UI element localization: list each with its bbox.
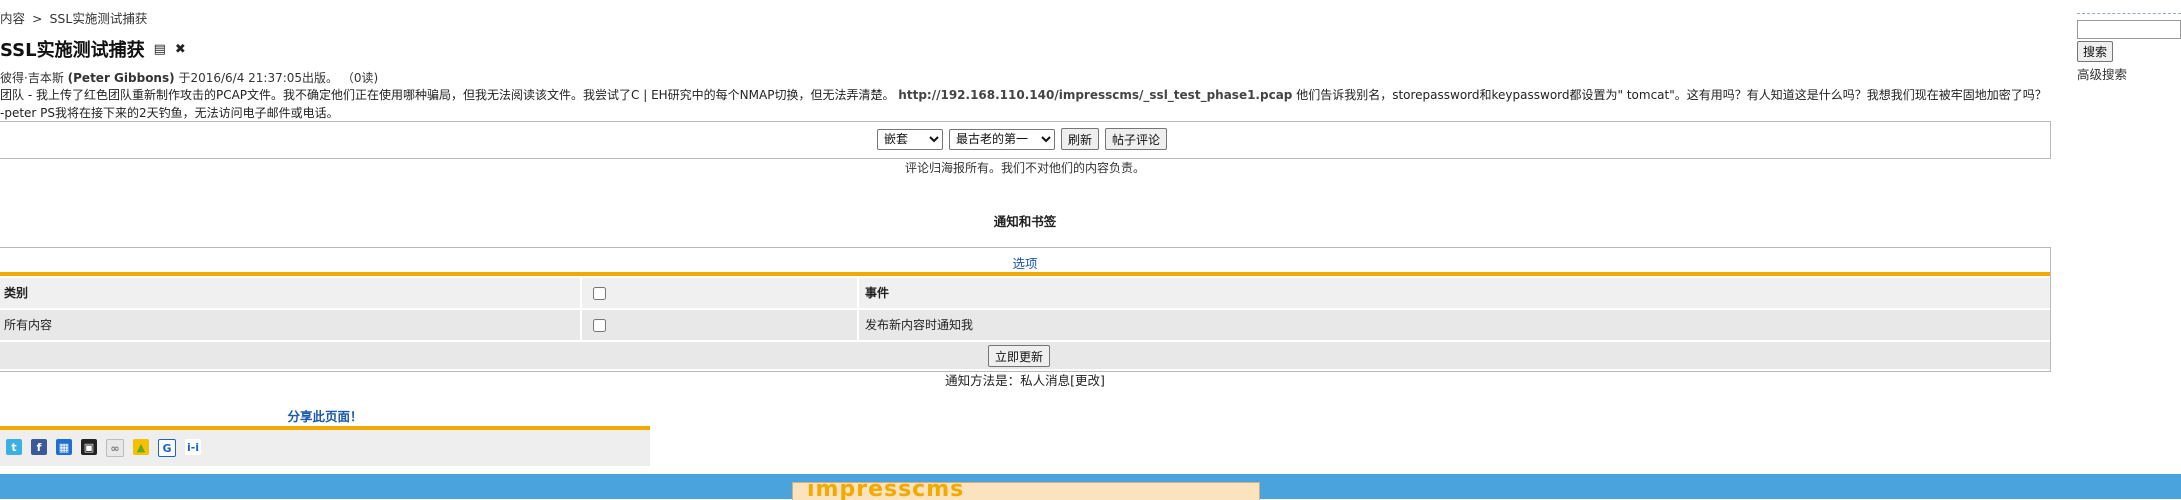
body-text-1: 团队 - 我上传了红色团队重新制作攻击的PCAP文件。我不确定他们正在使用哪种骗… bbox=[0, 88, 895, 102]
impresscms-logo-text: impresscms bbox=[807, 482, 965, 500]
event-header-cell: 事件 bbox=[859, 278, 2050, 308]
category-header-cell: 类别 bbox=[0, 278, 580, 308]
article-body: 团队 - 我上传了红色团队重新制作攻击的PCAP文件。我不确定他们正在使用哪种骗… bbox=[0, 86, 2050, 122]
comment-mode-select[interactable]: 嵌套 bbox=[877, 128, 943, 150]
article-meta: 彼得·吉本斯 (Peter Gibbons) 于2016/6/4 21:37:0… bbox=[0, 69, 378, 86]
page-title: SSL实施测试捕获 bbox=[0, 40, 145, 61]
post-comment-button[interactable]: 帖子评论 bbox=[1105, 128, 1168, 150]
yahoo-icon[interactable]: ▲ bbox=[133, 439, 149, 455]
category-value: 所有内容 bbox=[4, 318, 53, 332]
facebook-icon[interactable]: f bbox=[31, 439, 47, 455]
author-english-name: (Peter Gibbons) bbox=[67, 71, 175, 85]
event-checkbox-cell bbox=[582, 310, 857, 340]
comment-order-select[interactable]: 最古老的第一 bbox=[949, 128, 1055, 150]
comments-toolbar: 嵌套 最古老的第一 刷新 帖子评论 bbox=[0, 121, 2051, 159]
breadcrumb: 内容 > SSL实施测试捕获 bbox=[0, 8, 147, 27]
notification-method-text: 通知方法是：私人消息[ bbox=[945, 373, 1075, 388]
notification-method: 通知方法是：私人消息[更改] bbox=[0, 370, 2050, 389]
search-divider bbox=[2077, 13, 2181, 14]
digg-icon[interactable]: ∞ bbox=[106, 439, 124, 457]
close-icon[interactable]: ✖ bbox=[175, 42, 186, 57]
advanced-search-link[interactable]: 高级搜索 bbox=[2077, 64, 2127, 83]
breadcrumb-current-link[interactable]: SSL实施测试捕获 bbox=[50, 11, 148, 26]
select-all-cell bbox=[582, 278, 857, 308]
search-button[interactable]: 搜索 bbox=[2077, 41, 2114, 62]
print-icon[interactable]: ▤ bbox=[154, 42, 166, 57]
select-all-checkbox[interactable] bbox=[593, 287, 606, 300]
share-icons-box: t f ▦ ▣ ∞ ▲ G i-i bbox=[0, 430, 650, 466]
notify-new-content-checkbox[interactable] bbox=[593, 319, 606, 332]
breadcrumb-separator: > bbox=[32, 11, 43, 26]
published-date: 于2016/6/4 21:37:05出版。 bbox=[178, 71, 339, 85]
update-now-button[interactable]: 立即更新 bbox=[988, 345, 1051, 367]
category-header: 类别 bbox=[4, 286, 29, 300]
identica-icon[interactable]: i-i bbox=[185, 439, 201, 455]
notifications-heading: 通知和书签 bbox=[993, 214, 1057, 229]
share-page-title[interactable]: 分享此页面！ bbox=[0, 406, 650, 425]
options-header-bar bbox=[0, 272, 2050, 276]
twitter-icon[interactable]: t bbox=[6, 439, 22, 455]
google-icon[interactable]: G bbox=[158, 439, 176, 457]
breadcrumb-parent-link[interactable]: 内容 bbox=[0, 11, 25, 26]
page-title-row: SSL实施测试捕获 ▤ ✖ bbox=[0, 36, 186, 62]
event-cell: 发布新内容时通知我 bbox=[859, 310, 2050, 340]
event-header: 事件 bbox=[865, 286, 890, 300]
refresh-button[interactable]: 刷新 bbox=[1061, 128, 1100, 150]
read-count: （0读) bbox=[341, 71, 379, 85]
pcap-url: http://192.168.110.140/impresscms/_ssl_t… bbox=[898, 88, 1293, 102]
update-row: 立即更新 bbox=[0, 342, 2050, 369]
windows-live-icon[interactable]: ▦ bbox=[56, 439, 72, 455]
search-input[interactable] bbox=[2077, 20, 2181, 39]
notification-method-close: ] bbox=[1100, 373, 1105, 388]
delicious-icon[interactable]: ▣ bbox=[81, 439, 97, 455]
author-link[interactable]: 彼得·吉本斯 bbox=[0, 71, 64, 85]
comments-disclaimer: 评论归海报所有。我们不对他们的内容负责。 bbox=[904, 161, 1145, 175]
change-method-link[interactable]: 更改 bbox=[1075, 373, 1100, 388]
footer-logo: impresscms bbox=[792, 482, 1260, 500]
event-value: 发布新内容时通知我 bbox=[865, 318, 974, 332]
options-link[interactable]: 选项 bbox=[0, 253, 2050, 272]
category-cell: 所有内容 bbox=[0, 310, 580, 340]
notification-options-table: 选项 类别 事件 所有内容 发布新内容时通知我 立即更新 bbox=[0, 247, 2051, 372]
